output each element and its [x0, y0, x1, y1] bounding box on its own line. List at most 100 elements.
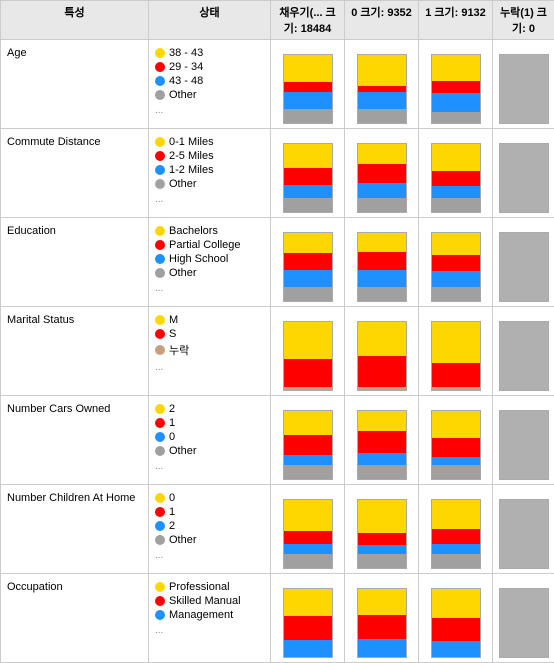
- legend-item: 2: [155, 403, 264, 415]
- legend-label: 2: [169, 403, 175, 415]
- legend-item: M: [155, 314, 264, 326]
- gray-dot: [155, 535, 165, 545]
- yellow-dot: [155, 582, 165, 592]
- bar-nulak-numchildren: [493, 485, 554, 574]
- legend-item: S: [155, 328, 264, 340]
- legend-item: 0-1 Miles: [155, 136, 264, 148]
- bar-col1-age: [419, 40, 493, 129]
- bar-fill-numchildren: [271, 485, 345, 574]
- gray-dot: [155, 446, 165, 456]
- state-legend-commute: 0-1 Miles2-5 Miles1-2 MilesOther...: [149, 129, 271, 218]
- red-dot: [155, 418, 165, 428]
- red-dot: [155, 507, 165, 517]
- legend-item: 1: [155, 506, 264, 518]
- ellipsis: ...: [155, 281, 264, 294]
- yellow-dot: [155, 226, 165, 236]
- red-dot: [155, 151, 165, 161]
- legend-item: 2-5 Miles: [155, 150, 264, 162]
- blue-dot: [155, 610, 165, 620]
- yellow-dot: [155, 315, 165, 325]
- gray-dot: [155, 90, 165, 100]
- legend-label: Other: [169, 89, 197, 101]
- bar-col1-commute: [419, 129, 493, 218]
- state-legend-occupation: Professional Skilled Manual Management...: [149, 574, 271, 663]
- ellipsis: ...: [155, 103, 264, 116]
- legend-item: Partial College: [155, 239, 264, 251]
- yellow-dot: [155, 48, 165, 58]
- header-nulak: 누락(1) 크기: 0: [493, 1, 554, 40]
- bar-fill-numcars: [271, 396, 345, 485]
- legend-label: 0-1 Miles: [169, 136, 214, 148]
- legend-item: High School: [155, 253, 264, 265]
- legend-label: Other: [169, 445, 197, 457]
- legend-item: 0: [155, 431, 264, 443]
- bar-nulak-age: [493, 40, 554, 129]
- ellipsis: ...: [155, 623, 264, 636]
- legend-item: Other: [155, 445, 264, 457]
- red-dot: [155, 596, 165, 606]
- legend-label: Other: [169, 267, 197, 279]
- state-legend-marital: MS누락...: [149, 307, 271, 396]
- bar-nulak-marital: [493, 307, 554, 396]
- legend-item: Professional: [155, 581, 264, 593]
- state-legend-age: 38 - 43 29 - 34 43 - 48 Other...: [149, 40, 271, 129]
- legend-item: Skilled Manual: [155, 595, 264, 607]
- table-row: Marital StatusMS누락...: [1, 307, 554, 396]
- header-feature: 특성: [1, 1, 149, 40]
- table-row: Occupation Professional Skilled Manual Mana…: [1, 574, 554, 663]
- legend-item: 43 - 48: [155, 75, 264, 87]
- bar-fill-education: [271, 218, 345, 307]
- yellow-dot: [155, 137, 165, 147]
- feature-label: Commute Distance: [5, 132, 144, 152]
- header-fill: 채우기(... 크기: 18484: [271, 1, 345, 40]
- bar-col0-numchildren: [345, 485, 419, 574]
- legend-label: Other: [169, 534, 197, 546]
- red-dot: [155, 240, 165, 250]
- legend-label: M: [169, 314, 178, 326]
- legend-item: Other: [155, 267, 264, 279]
- ellipsis: ...: [155, 548, 264, 561]
- bar-col0-commute: [345, 129, 419, 218]
- bar-fill-occupation: [271, 574, 345, 663]
- legend-label: Partial College: [169, 239, 241, 251]
- bar-nulak-numcars: [493, 396, 554, 485]
- legend-label: 2: [169, 520, 175, 532]
- legend-label: 0: [169, 431, 175, 443]
- feature-name-numcars: Number Cars Owned: [1, 396, 149, 485]
- ellipsis: ...: [155, 192, 264, 205]
- gray-dot: [155, 179, 165, 189]
- red-dot: [155, 62, 165, 72]
- legend-label: 1: [169, 506, 175, 518]
- bar-fill-age: [271, 40, 345, 129]
- bar-nulak-commute: [493, 129, 554, 218]
- table-row: Number Children At Home012Other...: [1, 485, 554, 574]
- gray-dot: [155, 268, 165, 278]
- legend-item: 38 - 43: [155, 47, 264, 59]
- header-col1: 1 크기: 9132: [419, 1, 493, 40]
- legend-label: 1: [169, 417, 175, 429]
- legend-item: Management: [155, 609, 264, 621]
- feature-label: Age: [5, 43, 144, 63]
- legend-label: 누락: [169, 342, 189, 358]
- legend-label: 43 - 48: [169, 75, 203, 87]
- legend-item: 2: [155, 520, 264, 532]
- legend-item: Other: [155, 534, 264, 546]
- blue-dot: [155, 432, 165, 442]
- legend-label: 29 - 34: [169, 61, 203, 73]
- table-row: Age 38 - 43 29 - 34 43 - 48 Other...: [1, 40, 554, 129]
- legend-label: Bachelors: [169, 225, 218, 237]
- blue-dot: [155, 254, 165, 264]
- feature-name-occupation: Occupation: [1, 574, 149, 663]
- yellow-dot: [155, 404, 165, 414]
- legend-label: Professional: [169, 581, 230, 593]
- legend-label: 2-5 Miles: [169, 150, 214, 162]
- blue-dot: [155, 165, 165, 175]
- feature-name-commute: Commute Distance: [1, 129, 149, 218]
- legend-label: High School: [169, 253, 228, 265]
- legend-item: 29 - 34: [155, 61, 264, 73]
- table-row: EducationBachelorsPartial CollegeHigh Sc…: [1, 218, 554, 307]
- bar-col0-age: [345, 40, 419, 129]
- table-row: Commute Distance0-1 Miles2-5 Miles1-2 Mi…: [1, 129, 554, 218]
- ellipsis: ...: [155, 459, 264, 472]
- state-legend-education: Bachelors Partial College High School Other…: [149, 218, 271, 307]
